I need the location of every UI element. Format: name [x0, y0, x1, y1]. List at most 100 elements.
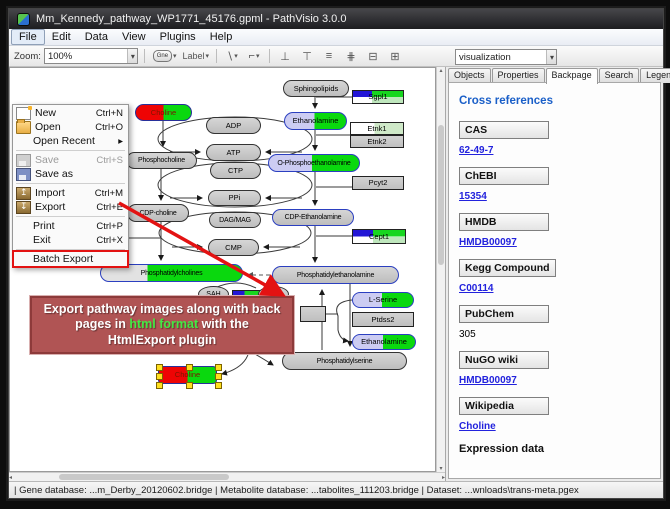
node-cmp[interactable]: CMP: [208, 239, 259, 256]
gene-etnk2[interactable]: Etnk2: [350, 135, 404, 148]
file-menu-item-save-as[interactable]: Save as: [14, 167, 127, 181]
title-bar[interactable]: Mm_Kennedy_pathway_WP1771_45176.gpml - P…: [9, 9, 663, 29]
node-phosphatidylserine[interactable]: Phosphatidylserine: [282, 352, 407, 370]
stack-horizontal-button[interactable]: ⋕: [341, 47, 361, 65]
node-l-serine[interactable]: L-Serine: [352, 292, 414, 308]
file-menu-item-open[interactable]: OpenCtrl+O: [14, 120, 127, 134]
file-menu-item-save[interactable]: SaveCtrl+S: [14, 153, 127, 167]
node-phosphocholine[interactable]: Phosphocholine: [126, 152, 197, 169]
gene-etnk1[interactable]: Etnk1: [350, 122, 404, 135]
selection-handle[interactable]: [215, 364, 222, 371]
file-menu-item-export[interactable]: ExportCtrl+E: [14, 200, 127, 214]
chevron-down-icon[interactable]: ▾: [127, 49, 137, 63]
gene-sgpl1[interactable]: Sgpl1: [352, 90, 404, 104]
selection-handle[interactable]: [156, 373, 163, 380]
crossref-link[interactable]: 62-49-7: [459, 145, 493, 156]
toolbar-separator: [144, 49, 145, 63]
align-center-button[interactable]: ⊥: [275, 47, 295, 65]
file-menu-item-import[interactable]: ImportCtrl+M: [14, 186, 127, 200]
selection-handle[interactable]: [156, 382, 163, 389]
gene-ptdss2[interactable]: Ptdss2: [352, 312, 414, 327]
submenu-arrow-icon: ▸: [118, 136, 123, 147]
align-middle-button[interactable]: ⊤: [297, 47, 317, 65]
label-tool-button[interactable]: Label▾: [180, 47, 211, 65]
tab-legend[interactable]: Legend: [640, 68, 670, 83]
node-choline-top[interactable]: Choline: [135, 104, 192, 121]
selection-handle[interactable]: [215, 373, 222, 380]
selection-handle[interactable]: [215, 382, 222, 389]
file-menu-item-open-recent[interactable]: Open Recent▸: [14, 134, 127, 148]
backpage-section-header: CAS: [459, 121, 549, 139]
vertical-scrollbar[interactable]: ▴ ▾: [436, 67, 445, 472]
node-dag[interactable]: DAG/MAG: [209, 212, 261, 228]
visualization-value: visualization: [459, 52, 542, 63]
file-menu-item-batch-export[interactable]: Batch Export: [14, 252, 127, 266]
scroll-up-icon[interactable]: ▴: [440, 67, 443, 74]
menubar-item-help[interactable]: Help: [203, 30, 240, 44]
node-sphingolipids[interactable]: Sphingolipids: [283, 80, 349, 97]
crossref-link[interactable]: 15354: [459, 191, 487, 202]
file-menu-item-print[interactable]: PrintCtrl+P: [14, 219, 127, 233]
scroll-down-icon[interactable]: ▾: [440, 465, 443, 472]
horizontal-scrollbar[interactable]: ◂ ▸: [9, 472, 445, 481]
menubar-item-edit[interactable]: Edit: [45, 30, 78, 44]
chevron-down-icon[interactable]: ▾: [546, 50, 556, 64]
chevron-down-icon[interactable]: ▾: [173, 52, 177, 60]
scroll-left-icon[interactable]: ◂: [9, 474, 12, 481]
gene-unlabeled[interactable]: [300, 306, 326, 322]
chevron-down-icon[interactable]: ▾: [234, 52, 238, 60]
node-cdp-choline[interactable]: CDP-choline: [127, 204, 189, 222]
menubar-item-file[interactable]: File: [11, 29, 45, 45]
pathway-canvas[interactable]: SphingolipidsSgpl1 Choline Ethanolamine ADP…: [9, 67, 436, 472]
node-ethanolamine-top[interactable]: Ethanolamine: [284, 112, 347, 130]
node-ppi[interactable]: PPi: [208, 190, 261, 206]
selection-handle[interactable]: [186, 382, 193, 389]
node-phosphatidylethanolamine[interactable]: Phosphatidylethanolamine: [272, 266, 399, 284]
node-o-phosphoethanolamine[interactable]: O-Phosphoethanolamine: [268, 154, 360, 172]
crossref-link[interactable]: HMDB00097: [459, 237, 517, 248]
node-ctp[interactable]: CTP: [210, 162, 261, 179]
node-atp[interactable]: ATP: [206, 144, 261, 161]
file-menu-item-new[interactable]: NewCtrl+N: [14, 106, 127, 120]
tab-backpage[interactable]: Backpage: [546, 68, 598, 84]
crossref-link[interactable]: HMDB00097: [459, 375, 517, 386]
datanode-tool-icon: Gne: [153, 50, 172, 62]
horizontal-scroll-thumb[interactable]: [59, 474, 229, 480]
side-panel-tabs: ObjectsPropertiesBackpageSearchLegend: [446, 67, 663, 83]
export-icon: [16, 201, 31, 214]
backpage-section-kegg-compound: Kegg CompoundC00114: [459, 259, 650, 294]
common-height-button[interactable]: ⊟: [363, 47, 383, 65]
node-adp[interactable]: ADP: [206, 117, 261, 134]
menu-item-spacer: [16, 221, 29, 232]
zoom-dropdown[interactable]: 100% ▾: [44, 48, 138, 64]
gene-pcyt2[interactable]: Pcyt2: [352, 176, 404, 190]
node-ethanolamine-bottom[interactable]: Ethanolamine: [352, 334, 416, 350]
stack-vertical-button[interactable]: ≡: [319, 47, 339, 65]
file-menu-item-exit[interactable]: ExitCtrl+X: [14, 233, 127, 247]
visualization-dropdown[interactable]: visualization ▾: [455, 49, 557, 65]
node-cdp-ethanolamine[interactable]: CDP-Ethanolamine: [272, 209, 354, 226]
crossref-link[interactable]: Choline: [459, 421, 496, 432]
selection-handle[interactable]: [186, 364, 193, 371]
chevron-down-icon[interactable]: ▾: [256, 52, 260, 60]
chevron-down-icon[interactable]: ▾: [205, 52, 209, 60]
gene-cept1[interactable]: Cept1: [352, 229, 406, 244]
tab-properties[interactable]: Properties: [492, 68, 545, 83]
datanode-tool-button[interactable]: Gne▾: [151, 47, 179, 65]
menubar-item-view[interactable]: View: [115, 30, 153, 44]
connector-tool-button[interactable]: ⌐▾: [244, 47, 264, 65]
common-width-button[interactable]: ⊞: [385, 47, 405, 65]
line-tool-button[interactable]: ∖▾: [222, 47, 242, 65]
node-choline-selected[interactable]: Choline: [158, 366, 217, 384]
tab-objects[interactable]: Objects: [448, 68, 491, 83]
backpage-section-value: HMDB00097: [459, 237, 650, 248]
scroll-right-icon[interactable]: ▸: [442, 474, 445, 481]
menubar-item-plugins[interactable]: Plugins: [153, 30, 203, 44]
vertical-scroll-thumb[interactable]: [438, 125, 444, 265]
tab-search[interactable]: Search: [599, 68, 640, 83]
status-bar: | Gene database: ...m_Derby_20120602.bri…: [9, 481, 663, 498]
crossref-link[interactable]: C00114: [459, 283, 493, 294]
selection-handle[interactable]: [156, 364, 163, 371]
menubar-item-data[interactable]: Data: [78, 30, 115, 44]
main-area: SphingolipidsSgpl1 Choline Ethanolamine ADP…: [9, 67, 663, 481]
